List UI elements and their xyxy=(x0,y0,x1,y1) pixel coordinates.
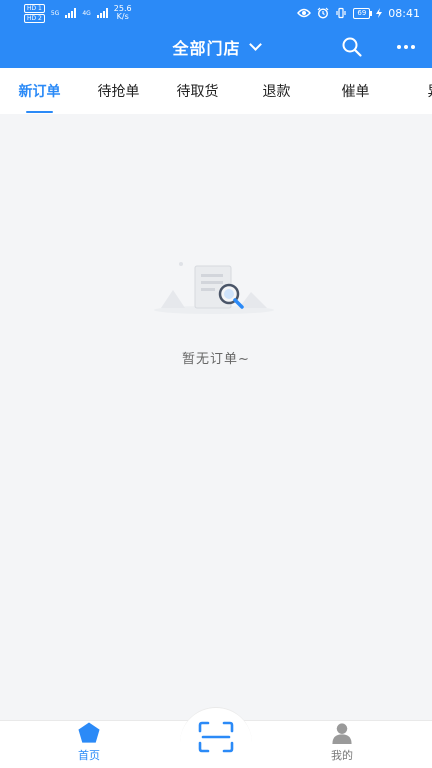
nav-home-label: 首页 xyxy=(78,749,100,762)
sim2-badge: HD 2 xyxy=(24,13,45,23)
eye-icon xyxy=(297,8,312,18)
nav-mine[interactable]: 我的 xyxy=(297,721,387,768)
sim-indicators: HD 1 HD 2 xyxy=(24,3,45,23)
scan-icon xyxy=(198,721,234,753)
network-speed: 25.6 K/s xyxy=(114,5,132,21)
status-right: 69 08:41 xyxy=(297,7,420,20)
status-bar: HD 1 HD 2 5G 4G 25.6 K/s 69 08:41 xyxy=(0,0,432,26)
page-title: 全部门店 xyxy=(172,39,241,58)
scan-button[interactable] xyxy=(198,721,234,753)
speed-unit: K/s xyxy=(116,12,129,21)
tab-new-orders[interactable]: 新订单 xyxy=(0,68,79,114)
nav-home[interactable]: 首页 xyxy=(44,721,134,768)
charging-icon xyxy=(376,8,383,18)
more-icon xyxy=(397,45,401,49)
app-header: 全部门店 xyxy=(0,26,432,68)
tab-exception[interactable]: 异 xyxy=(395,68,432,114)
tab-reminder[interactable]: 催单 xyxy=(316,68,395,114)
battery-icon: 69 xyxy=(353,7,373,19)
empty-message: 暂无订单~ xyxy=(182,352,250,367)
tab-refund[interactable]: 退款 xyxy=(237,68,316,114)
signal-icon xyxy=(96,8,108,18)
more-icon xyxy=(404,45,408,49)
more-icon xyxy=(411,45,415,49)
network-type-2: 4G xyxy=(82,9,91,17)
signal-icon xyxy=(65,8,77,18)
empty-orders-illustration xyxy=(154,262,274,314)
tab-to-pickup[interactable]: 待取货 xyxy=(158,68,237,114)
chevron-down-icon xyxy=(248,38,262,51)
vibrate-icon xyxy=(336,7,346,19)
clock: 08:41 xyxy=(388,6,420,20)
nav-mine-label: 我的 xyxy=(331,749,353,762)
store-selector[interactable]: 全部门店 xyxy=(0,26,432,68)
sim1-badge: HD 1 xyxy=(24,3,45,13)
status-left: HD 1 HD 2 5G 4G 25.6 K/s xyxy=(24,3,132,23)
person-icon xyxy=(332,723,352,744)
network-type-1: 5G xyxy=(50,9,60,17)
alarm-icon xyxy=(317,7,329,19)
empty-state: 暂无订单~ xyxy=(0,114,432,720)
tab-to-grab[interactable]: 待抢单 xyxy=(79,68,158,114)
order-tabs: 新订单 待抢单 待取货 退款 催单 异 xyxy=(0,68,432,114)
search-icon xyxy=(342,37,362,57)
search-button[interactable] xyxy=(340,35,364,59)
home-icon xyxy=(78,722,100,743)
more-button[interactable] xyxy=(394,35,418,59)
